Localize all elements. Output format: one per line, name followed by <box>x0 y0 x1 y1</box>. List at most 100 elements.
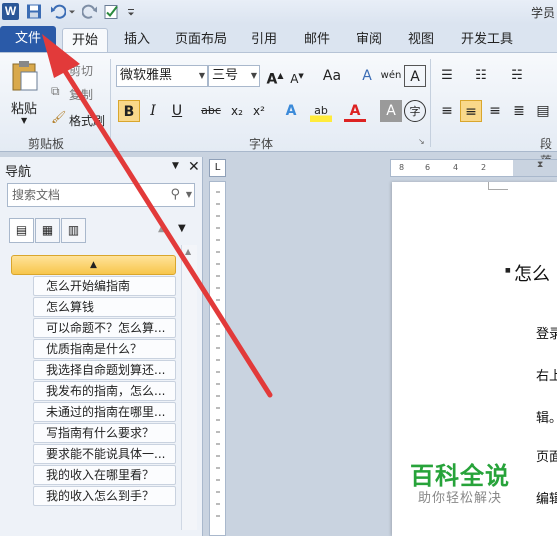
nav-collapse-bar[interactable]: ▲ <box>11 255 176 275</box>
paste-dropdown-icon: ▼ <box>21 116 28 125</box>
enclose-characters-icon: 字 <box>409 105 421 118</box>
tab-mailings[interactable]: 邮件 <box>298 28 336 52</box>
customize-toolbar-icon[interactable] <box>126 3 136 20</box>
tab-page-layout[interactable]: 页面布局 <box>170 28 232 52</box>
nav-search-input[interactable]: 搜索文档 ⚲ ▼ <box>7 183 195 207</box>
tab-review[interactable]: 审阅 <box>350 28 388 52</box>
font-group-label: 字体 <box>249 137 274 151</box>
paste-label: 粘贴 <box>11 102 38 117</box>
font-color-button[interactable]: A <box>344 100 366 122</box>
collapse-icon: ▲ <box>90 260 97 270</box>
character-shading-icon: A <box>386 103 396 119</box>
search-icon[interactable]: ⚲ <box>170 184 180 206</box>
nav-options-icon[interactable]: ▼ <box>172 161 179 171</box>
spelling-check-icon[interactable] <box>104 3 120 20</box>
shrink-font-button[interactable]: A▼ <box>286 65 308 87</box>
nav-heading-item[interactable]: 怎么开始编指南 <box>33 276 176 296</box>
nav-heading-item[interactable]: 可以命题不？怎么算... <box>33 318 176 338</box>
tab-developer[interactable]: 开发工具 <box>455 28 519 52</box>
brush-icon: 🖌 <box>51 110 67 124</box>
indent-marker-icon[interactable]: ⧗ <box>537 160 543 170</box>
underline-button[interactable]: U <box>166 100 188 122</box>
cut-button[interactable]: ✂ 剪切 <box>48 59 108 78</box>
nav-heading-item[interactable]: 怎么算钱 <box>33 297 176 317</box>
heading-bullet-icon: ■ <box>505 267 511 274</box>
ruler-number: 4 <box>453 163 459 172</box>
undo-icon[interactable] <box>50 3 66 20</box>
word-app-icon[interactable]: W <box>2 3 19 20</box>
tab-results[interactable]: ▥ <box>61 218 86 243</box>
previous-icon[interactable]: ▲ <box>158 223 166 234</box>
nav-heading-item[interactable]: 我的收入在哪里看？ <box>33 465 176 485</box>
character-shading-button[interactable]: A <box>380 100 402 122</box>
copy-icon: ⧉ <box>51 84 60 98</box>
font-name-combo[interactable]: 微软雅黑 ▼ <box>116 65 208 87</box>
horizontal-ruler: 8 6 4 2 ⧗ <box>390 159 557 177</box>
navigation-pane: 导航 ▼ ✕ 搜索文档 ⚲ ▼ ▤ ▦ ▥ ▲ ▼ ▲ 怎么开始编指南 怎么算钱… <box>0 157 203 536</box>
tab-headings[interactable]: ▤ <box>9 218 34 243</box>
align-left-button[interactable]: ≡ <box>436 100 458 122</box>
tab-home[interactable]: 开始 <box>62 28 108 52</box>
redo-icon[interactable] <box>82 3 98 20</box>
strikethrough-icon: abc <box>201 104 221 117</box>
scroll-up-icon[interactable]: ▲ <box>185 247 191 256</box>
save-icon[interactable] <box>26 3 42 20</box>
clear-formatting-icon: A <box>362 68 372 84</box>
tab-pages[interactable]: ▦ <box>35 218 60 243</box>
nav-heading-item[interactable]: 要求能不能说具体一... <box>33 444 176 464</box>
nav-headings-list: ▲ 怎么开始编指南 怎么算钱 可以命题不？怎么算... 优质指南是什么？ 我选择… <box>11 255 179 506</box>
font-dialog-launcher-icon[interactable]: ↘ <box>418 137 425 146</box>
vertical-ruler-ticks <box>216 191 220 517</box>
distributed-button[interactable]: ▤ <box>532 100 554 122</box>
nav-heading-item[interactable]: 我的收入怎么到手？ <box>33 486 176 506</box>
strikethrough-button[interactable]: abc <box>198 100 224 122</box>
chevron-down-icon: ▼ <box>250 71 257 80</box>
doc-line: 登录 <box>536 327 557 342</box>
phonetic-guide-button[interactable]: wén <box>380 65 402 87</box>
bold-button[interactable]: B <box>118 100 140 122</box>
nav-heading-item[interactable]: 我发布的指南，怎么... <box>33 381 176 401</box>
nav-heading-item[interactable]: 优质指南是什么？ <box>33 339 176 359</box>
italic-button[interactable]: I <box>142 100 164 122</box>
chevron-down-icon[interactable]: ▼ <box>186 184 192 206</box>
doc-line: 右上 <box>536 369 557 384</box>
next-icon[interactable]: ▼ <box>178 223 186 234</box>
tab-references[interactable]: 引用 <box>245 28 283 52</box>
highlight-button[interactable]: ab <box>310 100 332 122</box>
align-right-button[interactable]: ≡ <box>484 100 506 122</box>
change-case-button[interactable]: Aa <box>318 65 346 87</box>
justify-button[interactable]: ≣ <box>508 100 530 122</box>
superscript-button[interactable]: x² <box>248 100 270 122</box>
nav-heading-item[interactable]: 未通过的指南在哪里... <box>33 402 176 422</box>
tab-insert[interactable]: 插入 <box>118 28 156 52</box>
text-effects-button[interactable]: A <box>280 100 302 122</box>
copy-button[interactable]: ⧉ 复制 <box>48 83 108 102</box>
font-size-combo[interactable]: 三号 ▼ <box>208 65 260 87</box>
nav-heading-item[interactable]: 我选择自命题划算还... <box>33 360 176 380</box>
grow-font-button[interactable]: A▲ <box>264 65 286 88</box>
nav-heading-item[interactable]: 写指南有什么要求？ <box>33 423 176 443</box>
numbering-button[interactable]: ☷ <box>470 65 492 87</box>
format-painter-button[interactable]: 🖌 格式刷 <box>48 109 108 128</box>
character-border-button[interactable]: A <box>404 65 426 87</box>
character-border-icon: A <box>410 69 420 85</box>
bullets-button[interactable]: ☰ <box>436 65 458 87</box>
paste-button[interactable]: 粘贴 ▼ <box>4 57 44 127</box>
scissors-icon: ✂ <box>51 60 62 74</box>
multilevel-list-button[interactable]: ☵ <box>506 65 528 87</box>
undo-dropdown-icon[interactable] <box>68 3 76 20</box>
chevron-down-icon: ▼ <box>198 71 205 80</box>
tab-file[interactable]: 文件 <box>0 26 56 52</box>
clipboard-group-label: 剪贴板 <box>28 137 65 151</box>
vertical-ruler <box>209 181 226 536</box>
align-center-button[interactable]: ≡ <box>460 100 482 122</box>
close-icon[interactable]: ✕ <box>188 159 200 175</box>
enclose-characters-button[interactable]: 字 <box>404 100 426 122</box>
nav-scrollbar[interactable]: ▲ <box>181 245 197 530</box>
ruler-number: 6 <box>425 163 431 172</box>
group-separator <box>430 59 431 147</box>
clear-formatting-button[interactable]: A <box>356 65 378 87</box>
subscript-button[interactable]: x₂ <box>226 100 248 122</box>
ruler-tab-selector[interactable]: L <box>209 159 226 177</box>
tab-view[interactable]: 视图 <box>402 28 440 52</box>
